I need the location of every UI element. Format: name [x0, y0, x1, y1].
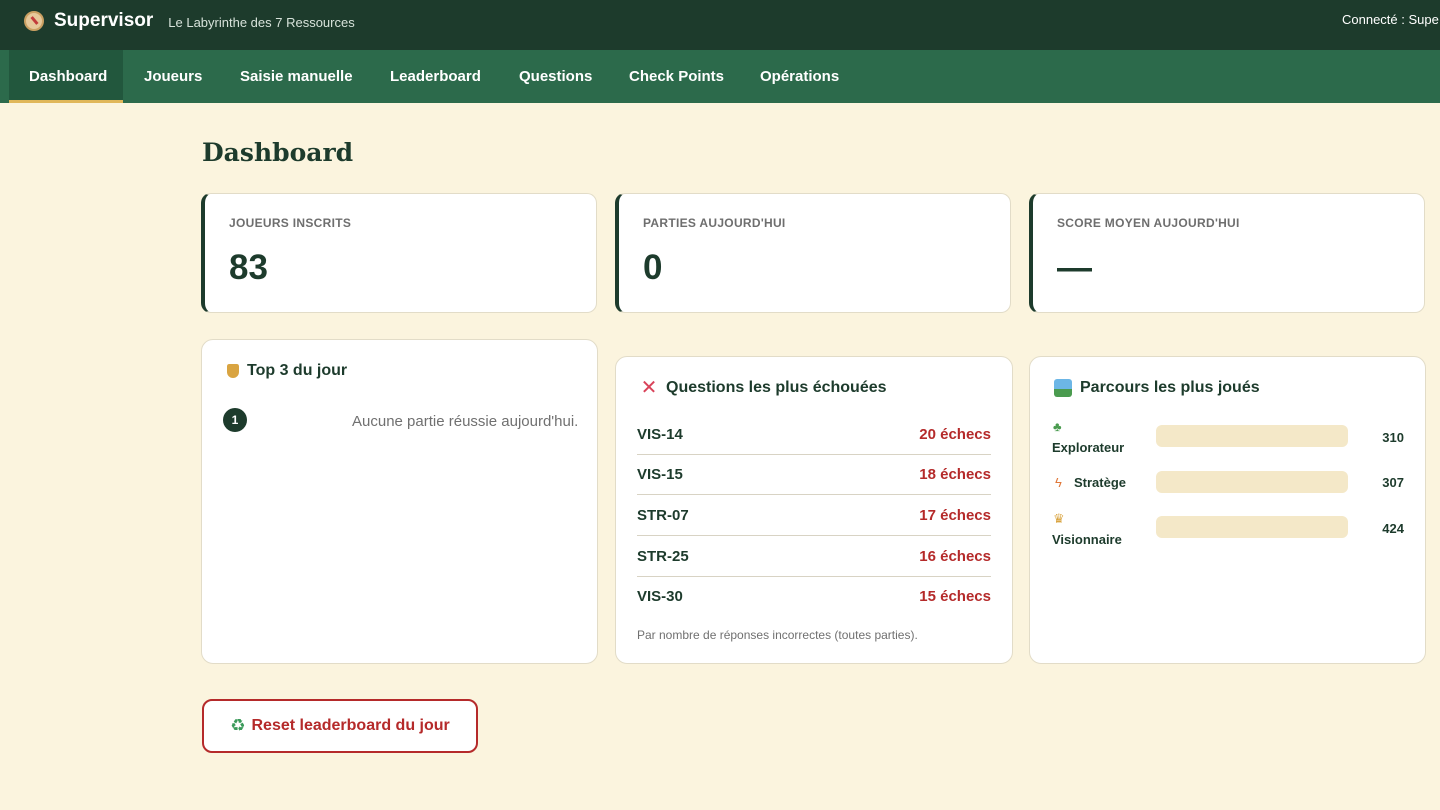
reset-leaderboard-label: Reset leaderboard du jour: [251, 717, 450, 734]
question-fail-count: 18 échecs: [919, 466, 991, 483]
failed-questions-title-text: Questions les plus échouées: [666, 379, 887, 396]
route-bar: [1156, 425, 1348, 447]
tab-check-points[interactable]: Check Points: [609, 50, 744, 103]
failed-questions-note: Par nombre de réponses incorrectes (tout…: [637, 628, 918, 642]
question-row[interactable]: STR-07 17 échecs: [637, 496, 991, 536]
route-count: 424: [1382, 521, 1404, 536]
question-row[interactable]: VIS-30 15 échecs: [637, 577, 991, 617]
stat-card-parties-aujourdhui: PARTIES AUJOURD'HUI 0: [615, 193, 1011, 313]
map-icon: [1054, 379, 1072, 397]
stat-value: 83: [229, 248, 268, 287]
question-id: STR-25: [637, 548, 689, 565]
main-nav: Dashboard Joueurs Saisie manuelle Leader…: [0, 50, 1440, 103]
route-count: 310: [1382, 430, 1404, 445]
top3-title: Top 3 du jour: [227, 362, 347, 380]
top3-title-text: Top 3 du jour: [247, 362, 348, 379]
stat-label: PARTIES AUJOURD'HUI: [643, 216, 786, 230]
connected-user: Connecté : Supe: [1342, 12, 1439, 27]
tab-leaderboard[interactable]: Leaderboard: [370, 50, 501, 103]
compass-icon: [24, 11, 44, 31]
question-fail-count: 20 échecs: [919, 426, 991, 443]
reset-leaderboard-button[interactable]: ♻ Reset leaderboard du jour: [202, 699, 478, 753]
top3-panel: [201, 339, 598, 664]
trophy-icon: [227, 364, 239, 378]
route-label-explorateur: Explorateur: [1052, 440, 1125, 455]
stat-card-score-moyen: SCORE MOYEN AUJOURD'HUI —: [1029, 193, 1425, 313]
route-label-stratege: Stratège: [1074, 475, 1127, 490]
question-fail-count: 15 échecs: [919, 588, 991, 605]
question-fail-count: 16 échecs: [919, 548, 991, 565]
question-row[interactable]: STR-25 16 échecs: [637, 537, 991, 577]
tab-dashboard[interactable]: Dashboard: [9, 50, 123, 103]
page-title: Dashboard: [202, 138, 354, 167]
question-id: VIS-14: [637, 426, 683, 443]
question-id: VIS-30: [637, 588, 683, 605]
stat-label: SCORE MOYEN AUJOURD'HUI: [1057, 216, 1240, 230]
routes-title-text: Parcours les plus joués: [1080, 379, 1260, 396]
seedling-icon: ♣: [1053, 419, 1062, 434]
question-row[interactable]: VIS-15 18 échecs: [637, 455, 991, 495]
stat-value: 0: [643, 248, 663, 287]
question-id: STR-07: [637, 507, 689, 524]
tab-joueurs[interactable]: Joueurs: [124, 50, 222, 103]
question-fail-count: 17 échecs: [919, 507, 991, 524]
failed-questions-title: ✕ Questions les plus échouées: [640, 377, 887, 399]
stat-value: —: [1057, 248, 1092, 287]
route-count: 307: [1382, 475, 1404, 490]
brand[interactable]: Supervisor Le Labyrinthe des 7 Ressource…: [24, 10, 355, 32]
route-label-visionnaire: Visionnaire: [1052, 532, 1122, 547]
stat-card-joueurs-inscrits: JOUEURS INSCRITS 83: [201, 193, 597, 313]
question-row[interactable]: VIS-14 20 échecs: [637, 415, 991, 455]
stat-label: JOUEURS INSCRITS: [229, 216, 352, 230]
route-bar: [1156, 471, 1348, 493]
rank-badge: 1: [223, 408, 247, 432]
tab-operations[interactable]: Opérations: [740, 50, 859, 103]
lightning-icon: ϟ: [1055, 475, 1062, 490]
crown-icon: ♛: [1053, 511, 1065, 526]
top3-empty-message: Aucune partie réussie aujourd'hui.: [352, 413, 579, 430]
routes-panel: [1029, 356, 1426, 664]
tab-questions[interactable]: Questions: [499, 50, 612, 103]
app-name: Supervisor: [54, 10, 154, 31]
question-id: VIS-15: [637, 466, 683, 483]
tab-saisie-manuelle[interactable]: Saisie manuelle: [220, 50, 373, 103]
route-bar: [1156, 516, 1348, 538]
recycle-icon: ♻: [230, 716, 246, 735]
top-bar: Supervisor Le Labyrinthe des 7 Ressource…: [0, 0, 1440, 50]
routes-title: Parcours les plus joués: [1054, 379, 1260, 397]
cross-icon: ✕: [640, 377, 658, 399]
app-subtitle: Le Labyrinthe des 7 Ressources: [168, 15, 355, 30]
